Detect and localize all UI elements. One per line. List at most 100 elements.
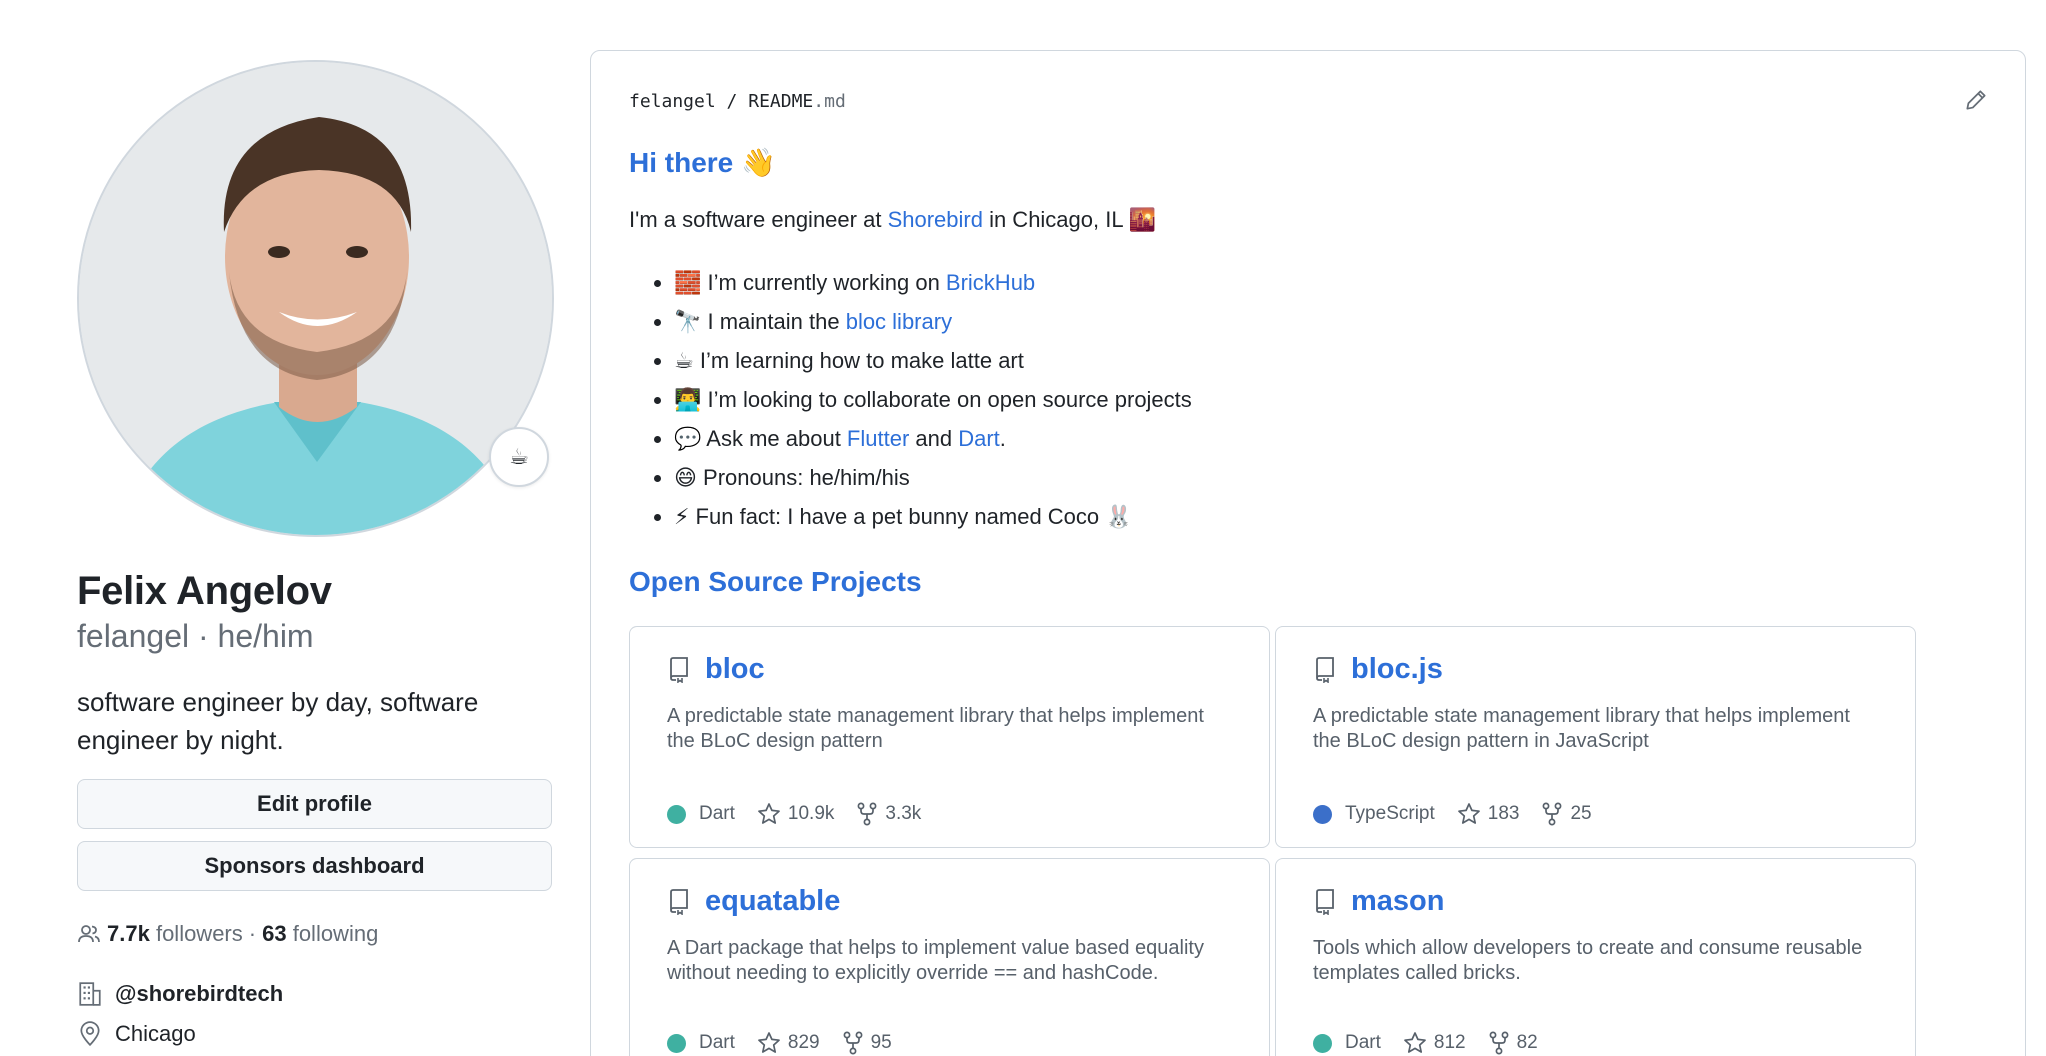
flutter-link[interactable]: Flutter	[847, 426, 909, 451]
language-color-dot	[1313, 804, 1332, 824]
repo-description: A predictable state management library t…	[667, 705, 1204, 752]
repo-language: Dart	[1345, 1032, 1381, 1053]
list-item: ☕ I’m learning how to make latte art	[674, 341, 1987, 380]
repo-icon	[1316, 888, 1334, 915]
follow-stats: 7.7k followers · 63 following	[77, 921, 552, 947]
repo-language: Dart	[699, 803, 735, 824]
profile-name: Felix Angelov	[77, 569, 332, 613]
repo-card: bloc A predictable state management libr…	[629, 626, 1270, 848]
sponsors-dashboard-button[interactable]: Sponsors dashboard	[77, 841, 552, 891]
stars-link[interactable]: 183	[1457, 802, 1520, 826]
fact-text: 👨‍💻 I’m looking to collaborate on open s…	[674, 387, 1192, 412]
list-item: 😄 Pronouns: he/him/his	[674, 458, 1987, 497]
forks-link[interactable]: 3.3k	[856, 802, 921, 826]
fork-icon	[857, 802, 877, 826]
following-link[interactable]: 63 following	[262, 921, 378, 947]
forks-link[interactable]: 95	[842, 1031, 892, 1055]
avatar-container: ☕	[77, 60, 554, 537]
organization-link[interactable]: @shorebirdtech	[115, 981, 283, 1007]
fork-count: 3.3k	[885, 803, 922, 824]
stars-link[interactable]: 10.9k	[757, 802, 834, 826]
readme-card: felangel / README.md Hi there 👋 I'm a so…	[590, 50, 2026, 1056]
repo-name-link[interactable]: bloc.js	[1351, 653, 1443, 686]
fork-count: 82	[1516, 1032, 1538, 1053]
repo-icon	[670, 656, 688, 683]
star-count: 10.9k	[787, 803, 835, 824]
readme-owner-link[interactable]: felangel	[629, 91, 716, 112]
star-icon	[1404, 1032, 1426, 1053]
edit-pencil-icon[interactable]	[1963, 87, 1989, 113]
intro-text-post: in Chicago, IL 🌇	[982, 207, 1157, 232]
fact-text: 😄 Pronouns: he/him/his	[674, 465, 910, 490]
organization-row: @shorebirdtech	[77, 981, 552, 1007]
language-color-dot	[1313, 1033, 1332, 1053]
followers-label: followers	[155, 921, 243, 946]
star-icon	[758, 803, 780, 824]
avatar[interactable]	[77, 60, 554, 537]
facts-list: 🧱 I’m currently working on BrickHub 🔭 I …	[674, 263, 1987, 536]
fact-text: 🔭 I maintain the	[674, 309, 846, 334]
repo-icon	[670, 888, 688, 915]
repo-language: TypeScript	[1345, 803, 1435, 824]
stars-link[interactable]: 829	[757, 1031, 820, 1055]
repo-description: Tools which allow developers to create a…	[1313, 937, 1863, 984]
list-item: ⚡ Fun fact: I have a pet bunny named Coc…	[674, 497, 1987, 536]
fact-text: ☕ I’m learning how to make latte art	[674, 348, 1024, 373]
repo-icon	[1316, 656, 1334, 683]
profile-sidebar: ☕ Felix Angelov felangel · he/him softwa…	[77, 60, 554, 1047]
repo-name-link[interactable]: mason	[1351, 885, 1444, 918]
star-count: 183	[1487, 803, 1520, 824]
projects-heading: Open Source Projects	[629, 566, 922, 597]
profile-login: felangel · he/him	[77, 618, 314, 654]
coffee-icon: ☕	[509, 444, 529, 469]
language-color-dot	[667, 1033, 686, 1053]
bloc-library-link[interactable]: bloc library	[846, 309, 952, 334]
avatar-portrait	[79, 62, 552, 535]
projects-grid: bloc A predictable state management libr…	[629, 626, 1987, 1056]
readme-intro: I'm a software engineer at Shorebird in …	[629, 207, 1987, 233]
forks-link[interactable]: 82	[1488, 1031, 1538, 1055]
location-pin-icon	[80, 1021, 100, 1047]
people-icon	[78, 925, 100, 943]
profile-bio: software engineer by day, software engin…	[77, 687, 479, 755]
followers-link[interactable]: 7.7k followers	[107, 921, 243, 947]
readme-file-link[interactable]: README.md	[748, 91, 846, 112]
readme-file-name: README	[748, 91, 814, 112]
fact-text: ⚡ Fun fact: I have a pet bunny named Coc…	[674, 504, 1133, 529]
status-emoji-button[interactable]: ☕	[489, 427, 549, 487]
dart-link[interactable]: Dart	[958, 426, 1000, 451]
star-count: 812	[1433, 1032, 1466, 1053]
intro-text-pre: I'm a software engineer at	[629, 207, 888, 232]
brickhub-link[interactable]: BrickHub	[946, 270, 1035, 295]
readme-greeting: Hi there 👋	[629, 147, 776, 178]
list-item: 🧱 I’m currently working on BrickHub	[674, 263, 1987, 302]
location-row: Chicago	[77, 1021, 552, 1047]
star-icon	[758, 1032, 780, 1053]
following-count: 63	[262, 921, 287, 946]
fork-icon	[1543, 802, 1562, 826]
list-item: 🔭 I maintain the bloc library	[674, 302, 1987, 341]
star-count: 829	[787, 1032, 820, 1053]
repo-card: mason Tools which allow developers to cr…	[1275, 858, 1916, 1056]
repo-card: equatable A Dart package that helps to i…	[629, 858, 1270, 1056]
forks-link[interactable]: 25	[1541, 802, 1592, 826]
fork-count: 95	[870, 1032, 892, 1053]
shorebird-link[interactable]: Shorebird	[888, 207, 983, 232]
repo-name-link[interactable]: equatable	[705, 885, 840, 918]
location-text: Chicago	[115, 1021, 196, 1046]
star-icon	[1457, 803, 1480, 824]
language-color-dot	[667, 804, 686, 824]
fact-text: and	[909, 426, 959, 451]
readme-file-ext: .md	[813, 91, 846, 112]
stars-link[interactable]: 812	[1403, 1031, 1466, 1055]
readme-path: felangel / README.md	[629, 91, 1987, 112]
repo-name-link[interactable]: bloc	[705, 653, 765, 686]
fact-text: 🧱 I’m currently working on	[674, 270, 946, 295]
repo-description: A predictable state management library t…	[1313, 705, 1850, 752]
fork-icon	[843, 1031, 863, 1055]
repo-card: bloc.js A predictable state management l…	[1275, 626, 1916, 848]
edit-profile-button[interactable]: Edit profile	[77, 779, 552, 829]
building-icon	[79, 982, 101, 1006]
following-label: following	[292, 921, 379, 946]
list-item: 💬 Ask me about Flutter and Dart.	[674, 419, 1987, 458]
